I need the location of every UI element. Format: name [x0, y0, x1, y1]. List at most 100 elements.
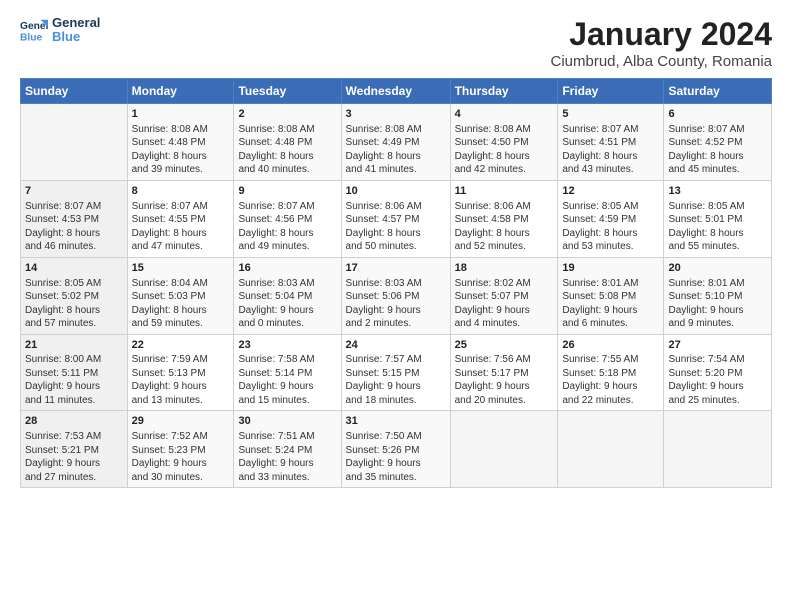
calendar-cell: 23Sunrise: 7:58 AM Sunset: 5:14 PM Dayli… — [234, 334, 341, 411]
day-number: 1 — [132, 107, 230, 122]
day-number: 24 — [346, 338, 446, 353]
calendar-cell: 29Sunrise: 7:52 AM Sunset: 5:23 PM Dayli… — [127, 411, 234, 488]
day-info: Sunrise: 7:54 AM Sunset: 5:20 PM Dayligh… — [668, 353, 767, 407]
calendar-cell: 20Sunrise: 8:01 AM Sunset: 5:10 PM Dayli… — [664, 257, 772, 334]
calendar-cell: 1Sunrise: 8:08 AM Sunset: 4:48 PM Daylig… — [127, 104, 234, 181]
calendar-cell: 22Sunrise: 7:59 AM Sunset: 5:13 PM Dayli… — [127, 334, 234, 411]
calendar-cell: 13Sunrise: 8:05 AM Sunset: 5:01 PM Dayli… — [664, 180, 772, 257]
day-number: 8 — [132, 184, 230, 199]
day-info: Sunrise: 7:55 AM Sunset: 5:18 PM Dayligh… — [562, 353, 659, 407]
day-info: Sunrise: 8:06 AM Sunset: 4:57 PM Dayligh… — [346, 200, 446, 254]
calendar-cell: 7Sunrise: 8:07 AM Sunset: 4:53 PM Daylig… — [21, 180, 128, 257]
calendar-cell — [558, 411, 664, 488]
day-info: Sunrise: 8:05 AM Sunset: 5:02 PM Dayligh… — [25, 277, 123, 331]
calendar-cell: 4Sunrise: 8:08 AM Sunset: 4:50 PM Daylig… — [450, 104, 558, 181]
day-number: 18 — [455, 261, 554, 276]
calendar-cell: 16Sunrise: 8:03 AM Sunset: 5:04 PM Dayli… — [234, 257, 341, 334]
day-info: Sunrise: 8:05 AM Sunset: 5:01 PM Dayligh… — [668, 200, 767, 254]
day-number: 5 — [562, 107, 659, 122]
day-number: 20 — [668, 261, 767, 276]
calendar-col-header: Thursday — [450, 79, 558, 104]
calendar-cell: 17Sunrise: 8:03 AM Sunset: 5:06 PM Dayli… — [341, 257, 450, 334]
day-number: 30 — [238, 414, 336, 429]
calendar-cell — [664, 411, 772, 488]
calendar-cell: 12Sunrise: 8:05 AM Sunset: 4:59 PM Dayli… — [558, 180, 664, 257]
calendar-col-header: Tuesday — [234, 79, 341, 104]
logo-blue: Blue — [52, 30, 100, 44]
day-number: 28 — [25, 414, 123, 429]
day-info: Sunrise: 7:57 AM Sunset: 5:15 PM Dayligh… — [346, 353, 446, 407]
day-info: Sunrise: 8:08 AM Sunset: 4:50 PM Dayligh… — [455, 123, 554, 177]
calendar-week-row: 7Sunrise: 8:07 AM Sunset: 4:53 PM Daylig… — [21, 180, 772, 257]
calendar-col-header: Saturday — [664, 79, 772, 104]
calendar-cell: 8Sunrise: 8:07 AM Sunset: 4:55 PM Daylig… — [127, 180, 234, 257]
logo-icon: General Blue — [20, 16, 48, 44]
day-info: Sunrise: 7:50 AM Sunset: 5:26 PM Dayligh… — [346, 430, 446, 484]
day-number: 22 — [132, 338, 230, 353]
day-number: 17 — [346, 261, 446, 276]
page: General Blue General Blue January 2024 C… — [0, 0, 792, 612]
calendar-cell: 9Sunrise: 8:07 AM Sunset: 4:56 PM Daylig… — [234, 180, 341, 257]
day-number: 25 — [455, 338, 554, 353]
calendar-cell: 30Sunrise: 7:51 AM Sunset: 5:24 PM Dayli… — [234, 411, 341, 488]
calendar-cell: 28Sunrise: 7:53 AM Sunset: 5:21 PM Dayli… — [21, 411, 128, 488]
calendar-cell: 21Sunrise: 8:00 AM Sunset: 5:11 PM Dayli… — [21, 334, 128, 411]
day-info: Sunrise: 8:02 AM Sunset: 5:07 PM Dayligh… — [455, 277, 554, 331]
calendar-week-row: 1Sunrise: 8:08 AM Sunset: 4:48 PM Daylig… — [21, 104, 772, 181]
calendar-col-header: Sunday — [21, 79, 128, 104]
title-block: January 2024 Ciumbrud, Alba County, Roma… — [551, 16, 773, 70]
calendar-week-row: 28Sunrise: 7:53 AM Sunset: 5:21 PM Dayli… — [21, 411, 772, 488]
calendar-col-header: Wednesday — [341, 79, 450, 104]
calendar-cell: 26Sunrise: 7:55 AM Sunset: 5:18 PM Dayli… — [558, 334, 664, 411]
calendar-week-row: 14Sunrise: 8:05 AM Sunset: 5:02 PM Dayli… — [21, 257, 772, 334]
logo-general: General — [52, 16, 100, 30]
calendar-cell — [450, 411, 558, 488]
day-number: 11 — [455, 184, 554, 199]
day-info: Sunrise: 8:07 AM Sunset: 4:51 PM Dayligh… — [562, 123, 659, 177]
day-info: Sunrise: 7:58 AM Sunset: 5:14 PM Dayligh… — [238, 353, 336, 407]
calendar-header-row: SundayMondayTuesdayWednesdayThursdayFrid… — [21, 79, 772, 104]
day-info: Sunrise: 8:01 AM Sunset: 5:10 PM Dayligh… — [668, 277, 767, 331]
day-info: Sunrise: 7:51 AM Sunset: 5:24 PM Dayligh… — [238, 430, 336, 484]
day-info: Sunrise: 8:03 AM Sunset: 5:06 PM Dayligh… — [346, 277, 446, 331]
day-number: 10 — [346, 184, 446, 199]
day-number: 12 — [562, 184, 659, 199]
calendar-week-row: 21Sunrise: 8:00 AM Sunset: 5:11 PM Dayli… — [21, 334, 772, 411]
day-number: 15 — [132, 261, 230, 276]
page-subtitle: Ciumbrud, Alba County, Romania — [551, 53, 773, 70]
day-info: Sunrise: 7:56 AM Sunset: 5:17 PM Dayligh… — [455, 353, 554, 407]
calendar-cell: 5Sunrise: 8:07 AM Sunset: 4:51 PM Daylig… — [558, 104, 664, 181]
day-number: 6 — [668, 107, 767, 122]
day-info: Sunrise: 8:06 AM Sunset: 4:58 PM Dayligh… — [455, 200, 554, 254]
day-info: Sunrise: 8:07 AM Sunset: 4:52 PM Dayligh… — [668, 123, 767, 177]
calendar-cell: 15Sunrise: 8:04 AM Sunset: 5:03 PM Dayli… — [127, 257, 234, 334]
day-number: 14 — [25, 261, 123, 276]
day-info: Sunrise: 8:07 AM Sunset: 4:55 PM Dayligh… — [132, 200, 230, 254]
calendar-col-header: Friday — [558, 79, 664, 104]
calendar-cell: 10Sunrise: 8:06 AM Sunset: 4:57 PM Dayli… — [341, 180, 450, 257]
calendar-cell: 3Sunrise: 8:08 AM Sunset: 4:49 PM Daylig… — [341, 104, 450, 181]
calendar-cell — [21, 104, 128, 181]
day-info: Sunrise: 8:04 AM Sunset: 5:03 PM Dayligh… — [132, 277, 230, 331]
calendar-cell: 6Sunrise: 8:07 AM Sunset: 4:52 PM Daylig… — [664, 104, 772, 181]
day-number: 26 — [562, 338, 659, 353]
day-info: Sunrise: 8:07 AM Sunset: 4:53 PM Dayligh… — [25, 200, 123, 254]
day-number: 21 — [25, 338, 123, 353]
day-number: 9 — [238, 184, 336, 199]
header: General Blue General Blue January 2024 C… — [20, 16, 772, 70]
day-number: 4 — [455, 107, 554, 122]
calendar-cell: 27Sunrise: 7:54 AM Sunset: 5:20 PM Dayli… — [664, 334, 772, 411]
calendar-cell: 24Sunrise: 7:57 AM Sunset: 5:15 PM Dayli… — [341, 334, 450, 411]
day-number: 7 — [25, 184, 123, 199]
logo: General Blue General Blue — [20, 16, 100, 45]
calendar-cell: 2Sunrise: 8:08 AM Sunset: 4:48 PM Daylig… — [234, 104, 341, 181]
day-info: Sunrise: 7:53 AM Sunset: 5:21 PM Dayligh… — [25, 430, 123, 484]
day-number: 27 — [668, 338, 767, 353]
calendar-cell: 25Sunrise: 7:56 AM Sunset: 5:17 PM Dayli… — [450, 334, 558, 411]
calendar-cell: 11Sunrise: 8:06 AM Sunset: 4:58 PM Dayli… — [450, 180, 558, 257]
page-title: January 2024 — [551, 16, 773, 53]
svg-text:Blue: Blue — [20, 33, 43, 44]
day-number: 13 — [668, 184, 767, 199]
day-info: Sunrise: 7:59 AM Sunset: 5:13 PM Dayligh… — [132, 353, 230, 407]
calendar-table: SundayMondayTuesdayWednesdayThursdayFrid… — [20, 78, 772, 488]
